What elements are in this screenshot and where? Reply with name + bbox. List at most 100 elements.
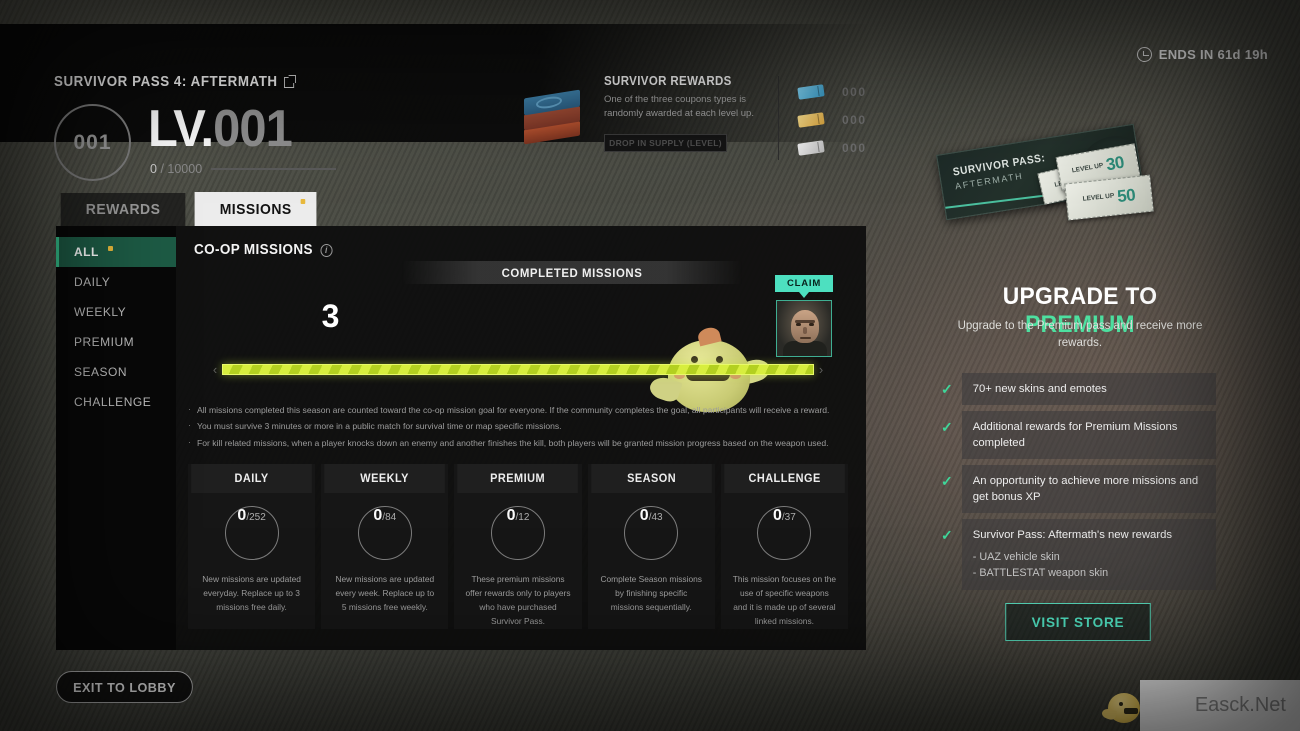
coupon-list: 000 000 000: [797, 78, 867, 162]
character-portrait-icon[interactable]: [776, 300, 832, 357]
mission-card-title: DAILY: [191, 464, 313, 493]
mission-card-description: This mission focuses on the use of speci…: [732, 574, 837, 626]
blue-coupon-count: 000: [842, 85, 867, 99]
ticket-label: LEVEL UP: [1071, 161, 1104, 175]
benefit-text: Additional rewards for Premium Missions …: [961, 411, 1216, 460]
progress-ring: 0 /43: [624, 506, 679, 560]
sidebar-item-season-label: SEASON: [74, 365, 128, 379]
season-timer: ENDS IN 61d 19h: [1136, 47, 1268, 62]
check-icon: ✓: [941, 473, 953, 490]
mission-card-title: CHALLENGE: [723, 464, 845, 493]
level-display: LV.001: [148, 103, 293, 155]
xp-progress-bar: [211, 168, 337, 170]
divider: [778, 76, 779, 160]
benefit-sub-item: - UAZ vehicle skin: [972, 551, 1060, 564]
bird-logo-icon: [1100, 689, 1146, 725]
tab-missions[interactable]: MISSIONS: [194, 192, 317, 226]
progress-total: /43: [648, 512, 663, 523]
check-icon: ✓: [941, 527, 953, 544]
tab-rewards[interactable]: REWARDS: [60, 193, 186, 226]
premium-benefits-list: ✓ 70+ new skins and emotes ✓ Additional …: [941, 373, 1216, 596]
progress-total: /12: [515, 512, 530, 523]
benefit-item: ✓ An opportunity to achieve more mission…: [941, 465, 1216, 514]
pass-title-text: SURVIVOR PASS 4: AFTERMATH: [54, 74, 278, 90]
visit-store-button[interactable]: VISIT STORE: [1005, 603, 1151, 641]
new-badge-icon: [108, 246, 113, 251]
progress-ring: 0 /84: [357, 506, 412, 560]
upgrade-subtitle: Upgrade to the Premium pass and receive …: [957, 320, 1203, 350]
exit-to-lobby-button[interactable]: EXIT TO LOBBY: [56, 671, 193, 703]
sidebar-item-all[interactable]: ALL: [56, 237, 176, 267]
upgrade-title-white: UPGRADE TO: [1002, 283, 1158, 310]
benefit-item: ✓ Survivor Pass: Aftermath's new rewards…: [941, 519, 1216, 590]
drop-in-supply-button[interactable]: DROP IN SUPPLY (LEVEL): [604, 134, 727, 152]
mission-card-title: WEEKLY: [324, 464, 446, 493]
coop-notes: All missions completed this season are c…: [188, 401, 843, 451]
supply-crate-icon: [520, 89, 582, 146]
coupon-row-gold: 000: [797, 106, 867, 134]
benefit-text: Survivor Pass: Aftermath's new rewards: [972, 529, 1173, 542]
mission-card-description: New missions are updated every week. Rep…: [335, 574, 435, 612]
mission-card-challenge[interactable]: CHALLENGE 0 /37 This mission focuses on …: [720, 464, 849, 629]
mission-card-progress: 0 /37: [721, 493, 848, 573]
coop-progress-bar: [222, 363, 814, 375]
tab-missions-label: MISSIONS: [219, 200, 292, 218]
survivor-pass-artwork: SURVIVOR PASS: AFTERMATH LEVEL UP 5 LEVE…: [936, 123, 1210, 240]
coupon-row-blue: 000: [797, 78, 867, 106]
new-badge-icon: [301, 199, 306, 204]
watermark-text: Easck.Net: [1194, 694, 1286, 716]
mission-card-premium[interactable]: PREMIUM 0 /12 These premium missions off…: [454, 464, 582, 629]
progress-current: 0: [773, 507, 782, 524]
progress-total: /84: [382, 512, 397, 523]
watermark: Easck.Net: [1100, 680, 1300, 731]
mission-card-daily[interactable]: DAILY 0 /252 New missions are updated ev…: [188, 464, 316, 629]
tab-rewards-label: REWARDS: [85, 201, 161, 218]
main-tabs: REWARDS MISSIONS: [56, 192, 322, 226]
progress-total: /37: [781, 512, 796, 523]
mission-card-title: PREMIUM: [457, 464, 579, 493]
completed-missions-label: COMPLETED MISSIONS: [401, 261, 743, 284]
pass-title: SURVIVOR PASS 4: AFTERMATH: [54, 74, 297, 90]
completed-count-value: 3: [321, 298, 341, 334]
mission-card-season[interactable]: SEASON 0 /43 Complete Season missions by…: [587, 464, 715, 629]
coop-missions-heading: CO-OP MISSIONS i: [194, 242, 333, 258]
progress-arrow-right-icon[interactable]: ›: [814, 362, 828, 377]
claim-button[interactable]: CLAIM: [775, 275, 833, 298]
sidebar-item-daily[interactable]: DAILY: [56, 267, 176, 297]
coop-note: All missions completed this season are c…: [188, 401, 843, 418]
xp-max: 10000: [167, 162, 203, 176]
ticket-value: 50: [1116, 184, 1137, 206]
xp-row: 0 / 10000: [150, 162, 337, 176]
info-icon[interactable]: i: [320, 243, 333, 257]
clock-icon: [1136, 47, 1152, 62]
benefit-sub-item: - BATTLESTAT weapon skin: [972, 567, 1109, 580]
sidebar-item-challenge-label: CHALLENGE: [74, 395, 152, 409]
mission-card-progress: 0 /84: [321, 493, 448, 573]
benefit-text: An opportunity to achieve more missions …: [961, 465, 1216, 514]
mission-card-weekly[interactable]: WEEKLY 0 /84 New missions are updated ev…: [321, 464, 449, 629]
survivor-rewards-description: One of the three coupons types is random…: [604, 94, 754, 119]
missions-sidebar: ALL DAILY WEEKLY PREMIUM SEASON CHALLENG…: [56, 226, 176, 650]
sidebar-item-challenge[interactable]: CHALLENGE: [56, 387, 176, 417]
benefit-item: ✓ Additional rewards for Premium Mission…: [941, 411, 1216, 460]
sidebar-item-premium-label: PREMIUM: [74, 335, 135, 349]
header-bar: SURVIVOR PASS 4: AFTERMATH 001 LV.001 0 …: [0, 24, 873, 181]
xp-text: 0 / 10000: [150, 162, 202, 176]
timer-text: ENDS IN 61d 19h: [1158, 47, 1268, 62]
progress-arrow-left-icon[interactable]: ‹: [208, 362, 222, 377]
progress-ring: 0 /252: [224, 506, 279, 560]
level-up-ticket: LEVEL UP 50: [1064, 174, 1154, 221]
check-icon: ✓: [941, 419, 953, 436]
xp-current: 0: [150, 162, 157, 176]
external-link-icon[interactable]: [284, 74, 297, 88]
blue-coupon-icon: [797, 84, 825, 100]
mission-category-cards: DAILY 0 /252 New missions are updated ev…: [188, 464, 849, 629]
sidebar-item-season[interactable]: SEASON: [56, 357, 176, 387]
progress-current: 0: [373, 507, 383, 524]
missions-panel: ALL DAILY WEEKLY PREMIUM SEASON CHALLENG…: [56, 226, 866, 650]
mission-card-description: Complete Season missions by finishing sp…: [600, 574, 702, 612]
gold-coupon-icon: [797, 112, 825, 128]
coop-progress-bar-wrap: ‹ ›: [208, 358, 828, 380]
progress-current: 0: [639, 507, 649, 524]
coop-heading-label: CO-OP MISSIONS: [194, 242, 313, 258]
